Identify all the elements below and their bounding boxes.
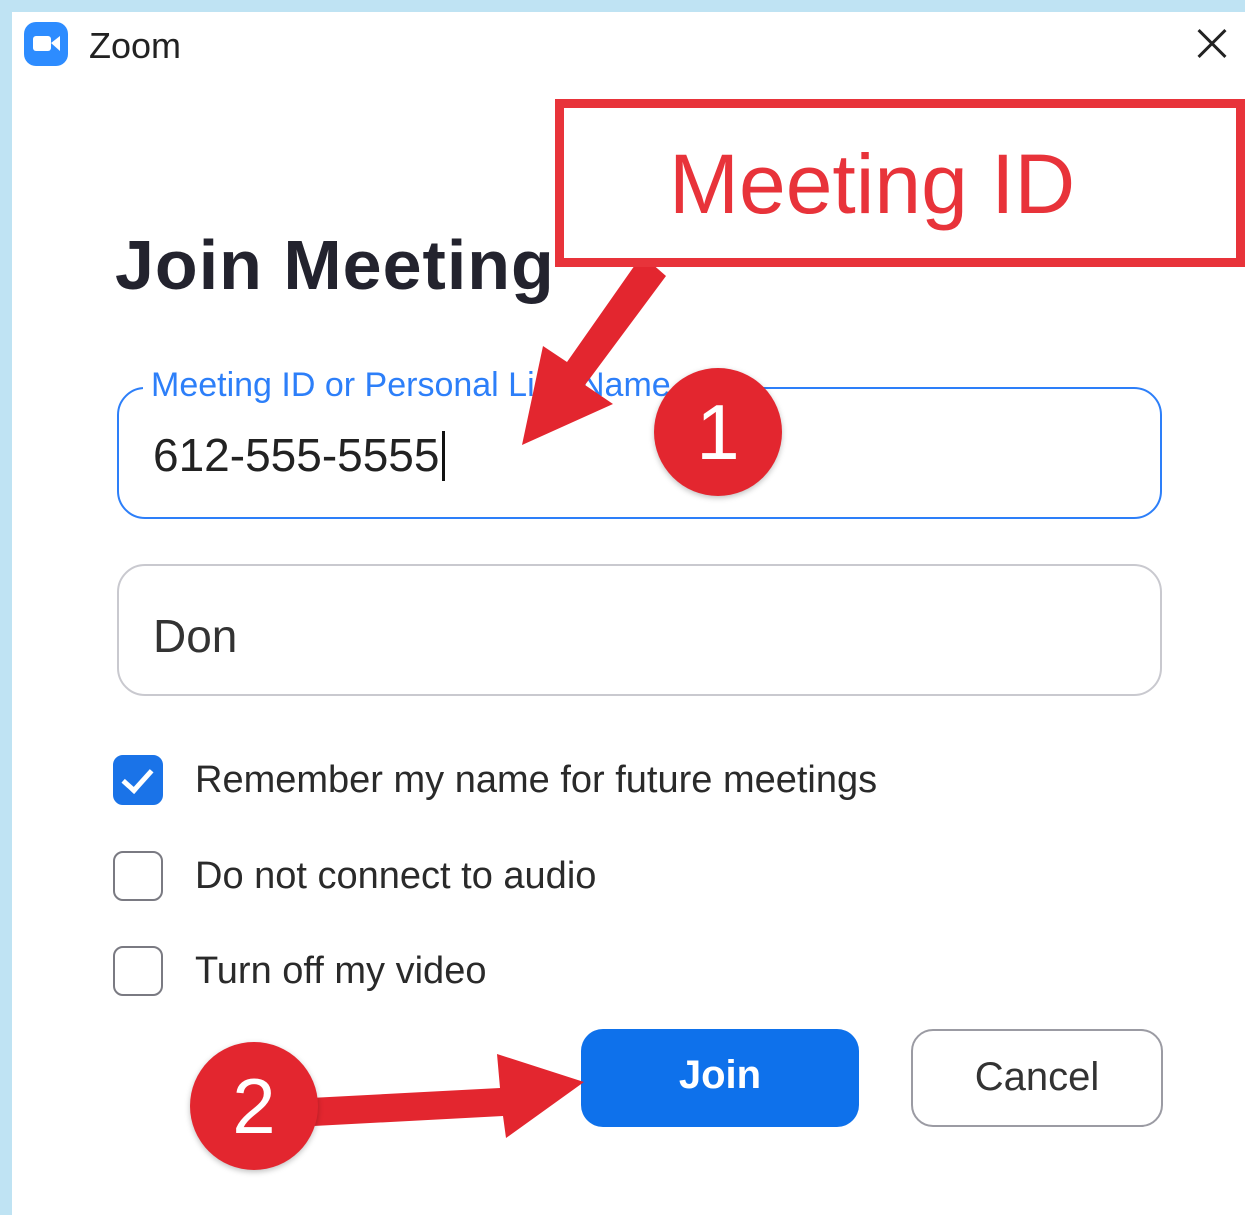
meeting-id-callout: Meeting ID <box>555 99 1245 267</box>
meeting-id-input[interactable]: Meeting ID or Personal Link Name 612-555… <box>117 365 1162 519</box>
page-title: Join Meeting <box>115 226 555 304</box>
no-audio-checkbox[interactable] <box>113 851 163 901</box>
join-button[interactable]: Join <box>581 1029 859 1127</box>
remember-name-label[interactable]: Remember my name for future meetings <box>195 756 877 804</box>
step-1-badge: 1 <box>654 368 782 496</box>
step-2-badge: 2 <box>190 1042 318 1170</box>
zoom-camera-icon <box>24 22 68 66</box>
no-audio-label[interactable]: Do not connect to audio <box>195 852 596 900</box>
window-title: Zoom <box>89 25 182 66</box>
name-input[interactable]: Don <box>117 564 1162 696</box>
video-off-label[interactable]: Turn off my video <box>195 947 486 995</box>
meeting-id-value[interactable]: 612-555-5555 <box>153 427 446 483</box>
callout-text: Meeting ID <box>669 137 1076 231</box>
title-bar: Zoom <box>12 12 1245 72</box>
video-off-checkbox[interactable] <box>113 946 163 996</box>
remember-name-checkbox[interactable] <box>113 755 163 805</box>
meeting-id-label: Meeting ID or Personal Link Name <box>143 365 679 405</box>
cancel-button[interactable]: Cancel <box>911 1029 1163 1127</box>
close-icon[interactable] <box>1187 18 1237 68</box>
name-value[interactable]: Don <box>153 608 237 664</box>
text-caret <box>442 431 446 481</box>
